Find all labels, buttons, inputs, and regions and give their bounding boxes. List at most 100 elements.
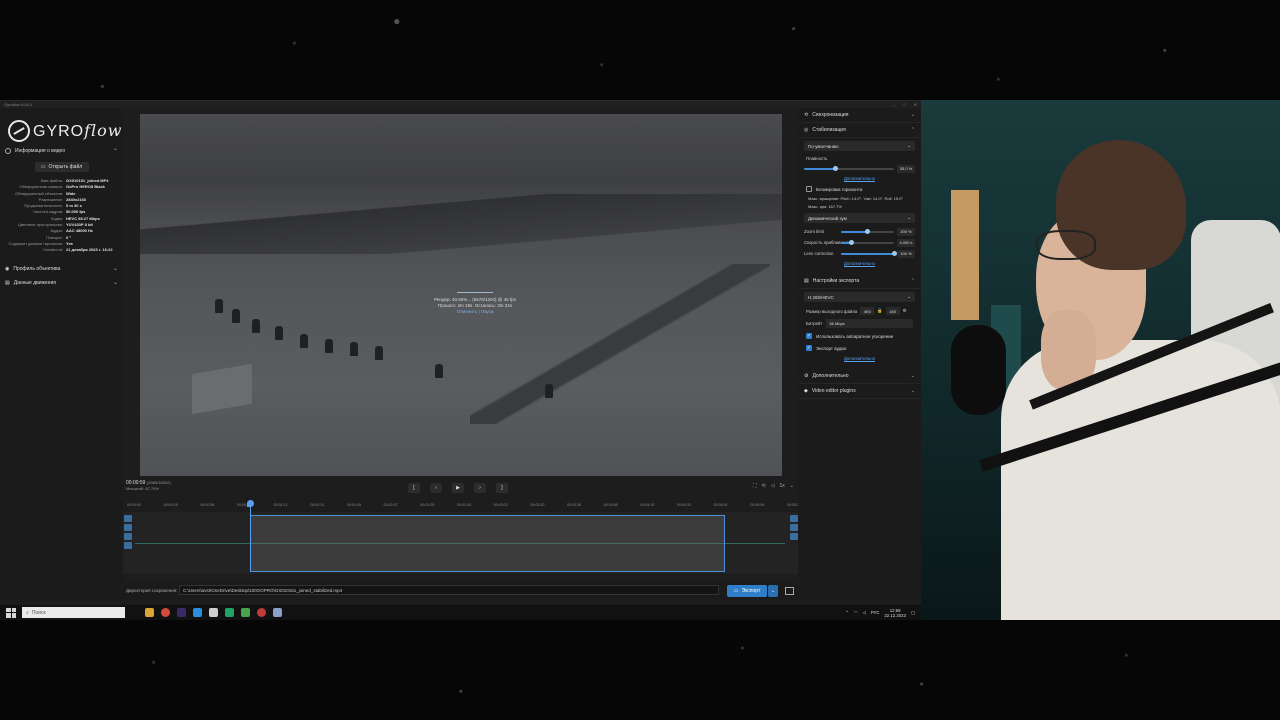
open-file-button[interactable]: ▭ Открыть файл	[34, 162, 89, 172]
render-pause-link[interactable]: Пауза	[481, 309, 494, 314]
smoothness-value[interactable]: 35.0 %	[897, 164, 915, 173]
slider-knob[interactable]	[891, 250, 897, 256]
zoom-advanced-link[interactable]: Дополнительно	[798, 259, 921, 268]
smoothness-slider[interactable]	[804, 165, 894, 171]
horizon-lock-checkbox[interactable]	[806, 186, 812, 192]
chevron-down-icon: ⌄	[112, 266, 118, 273]
clock[interactable]: 12:59 22.12.2023	[884, 608, 906, 618]
app-icon[interactable]	[209, 608, 218, 617]
trim-selection[interactable]	[250, 515, 725, 572]
settings-icon[interactable]: ⚙	[903, 308, 907, 314]
lens-correction-value[interactable]: 100 %	[897, 249, 915, 258]
video-preview[interactable]: Рендер: 40.65%... (5676/1204) @ 45 fps П…	[140, 114, 782, 476]
timeline-tool-button[interactable]	[124, 524, 132, 531]
slider-knob[interactable]	[849, 239, 855, 245]
zoom-limit-value[interactable]: 200 %	[897, 227, 915, 236]
export-dropdown-button[interactable]: ⌄	[768, 585, 778, 597]
step-forward-button[interactable]: ›	[474, 483, 486, 493]
timeline[interactable]	[123, 500, 798, 574]
render-queue-icon[interactable]	[785, 587, 794, 595]
volume-icon[interactable]: ◁	[863, 610, 866, 616]
output-height-input[interactable]: 160	[885, 307, 900, 315]
output-size-label: Размер выходного файла	[806, 308, 858, 314]
playhead[interactable]	[247, 500, 254, 572]
video-info-header[interactable]: Информация о видео ⌃	[0, 144, 123, 158]
motion-data-header[interactable]: ▤ Данные движения ⌄	[0, 276, 123, 290]
timeline-tool-button[interactable]	[124, 515, 132, 522]
app-icon[interactable]	[225, 608, 234, 617]
bitrate-input[interactable]: 36 Mbps	[826, 319, 913, 328]
ruler-tick-label: 00:04:15	[640, 503, 655, 507]
minimize-icon[interactable]: –	[893, 102, 895, 107]
timeline-tool-button[interactable]	[124, 542, 132, 549]
file-explorer-icon[interactable]	[145, 608, 154, 617]
speed-select[interactable]: 1x	[780, 483, 785, 489]
zoom-speed-value[interactable]: 4.000 s	[897, 238, 915, 247]
network-icon[interactable]: ◠	[854, 610, 858, 616]
app-icon[interactable]	[241, 608, 250, 617]
horizon-lock-row[interactable]: Блокировка горизонта	[798, 183, 921, 195]
timeline-tool-button[interactable]	[124, 533, 132, 540]
stabilization-method-select[interactable]: По-умолчанию ⌄	[804, 141, 915, 151]
hw-accel-row[interactable]: ✓ Использовать аппаратное ускорение	[798, 330, 921, 342]
obs-icon[interactable]	[257, 608, 266, 617]
zoom-speed-slider[interactable]	[841, 239, 894, 245]
close-icon[interactable]: ✕	[914, 102, 917, 107]
export-audio-row[interactable]: ✓ Экспорт аудио	[798, 342, 921, 354]
windows-start-icon[interactable]	[6, 607, 16, 618]
chevron-up-icon[interactable]: ⌃	[845, 610, 849, 616]
taskbar-search[interactable]: ⌕ Поиск	[22, 607, 125, 618]
notifications-icon[interactable]: ▢	[911, 610, 915, 616]
chevron-down-icon[interactable]: ⌄	[790, 483, 794, 489]
window-title: Gyroflow v1.6.0	[4, 102, 32, 107]
slider-knob[interactable]	[865, 228, 870, 234]
export-button[interactable]: ▭ Экспорт	[727, 585, 767, 597]
chevron-down-icon: ⌄	[910, 373, 915, 379]
right-panel: ⟲ Синхронизация ⌄ ◎ Стабилизация ⌃ По-ум…	[798, 108, 921, 601]
timeline-tool-button[interactable]	[790, 515, 798, 522]
lock-icon[interactable]: 🔒	[877, 308, 882, 314]
ruler-tick-label: 00:03:56	[603, 503, 618, 507]
zoom-speed-label: Скорость приближения	[804, 240, 851, 245]
output-path-input[interactable]: C:\Users\avst\OneDrive\Desktop\100GOPRO\…	[179, 585, 719, 595]
go-end-button[interactable]: ]	[496, 483, 508, 493]
export-advanced-link[interactable]: Дополнительно	[798, 354, 921, 363]
premiere-icon[interactable]	[177, 608, 186, 617]
telegram-icon[interactable]	[193, 608, 202, 617]
gyroflow-taskbar-icon[interactable]	[273, 608, 282, 617]
chrome-icon[interactable]	[161, 608, 170, 617]
maximize-icon[interactable]: □	[903, 102, 905, 107]
slider-knob[interactable]	[833, 165, 838, 171]
system-tray: ⌃ ◠ ◁ РУС 12:59 22.12.2023 ▢	[845, 608, 921, 618]
volume-icon[interactable]: ◁	[771, 483, 775, 489]
export-audio-checkbox[interactable]: ✓	[806, 345, 812, 351]
sync-icon[interactable]: ⟲	[761, 483, 765, 489]
zoom-mode-select[interactable]: Динамический зум ⌄	[804, 213, 915, 223]
hw-accel-checkbox[interactable]: ✓	[806, 333, 812, 339]
codec-select[interactable]: H.265/HEVC ⌄	[804, 292, 915, 302]
bitrate-row: Битрейт 36 Mbps	[798, 317, 921, 330]
extra-header[interactable]: ⚙ Дополнительно ⌄	[798, 369, 921, 384]
stabilization-toggle-icon[interactable]: ⛶	[753, 483, 757, 489]
go-start-button[interactable]: [	[408, 483, 420, 493]
play-button[interactable]: ▶	[452, 483, 464, 493]
lens-profile-header[interactable]: ◉ Профиль объектива ⌄	[0, 262, 123, 276]
plugins-header[interactable]: ◆ Video editor plugins ⌄	[798, 384, 921, 399]
render-cancel-link[interactable]: Отменить	[457, 309, 478, 314]
zoom-limit-slider[interactable]	[841, 228, 894, 234]
logo-text-script: flow	[84, 121, 123, 140]
timeline-tool-button[interactable]	[790, 524, 798, 531]
language-indicator[interactable]: РУС	[871, 610, 880, 615]
background-cabinet	[951, 190, 979, 320]
export-settings-header[interactable]: ▤ Настройки экспорта ⌃	[798, 274, 921, 289]
stabilization-advanced-link[interactable]: Дополнительно	[798, 174, 921, 183]
lens-correction-slider[interactable]	[841, 250, 897, 256]
output-width-input[interactable]: 4K0	[860, 307, 875, 315]
stabilization-header[interactable]: ◎ Стабилизация ⌃	[798, 123, 921, 138]
timeline-tool-button[interactable]	[790, 533, 798, 540]
ruler-tick-label: 00:03:20	[530, 503, 545, 507]
timeline-ruler: 00:00:00 00:00:18 00:00:36 00:00:54 00:01:12…	[123, 501, 801, 511]
codec-value: H.265/HEVC	[808, 294, 834, 300]
step-back-button[interactable]: ‹	[430, 483, 442, 493]
sync-header[interactable]: ⟲ Синхронизация ⌄	[798, 108, 921, 123]
